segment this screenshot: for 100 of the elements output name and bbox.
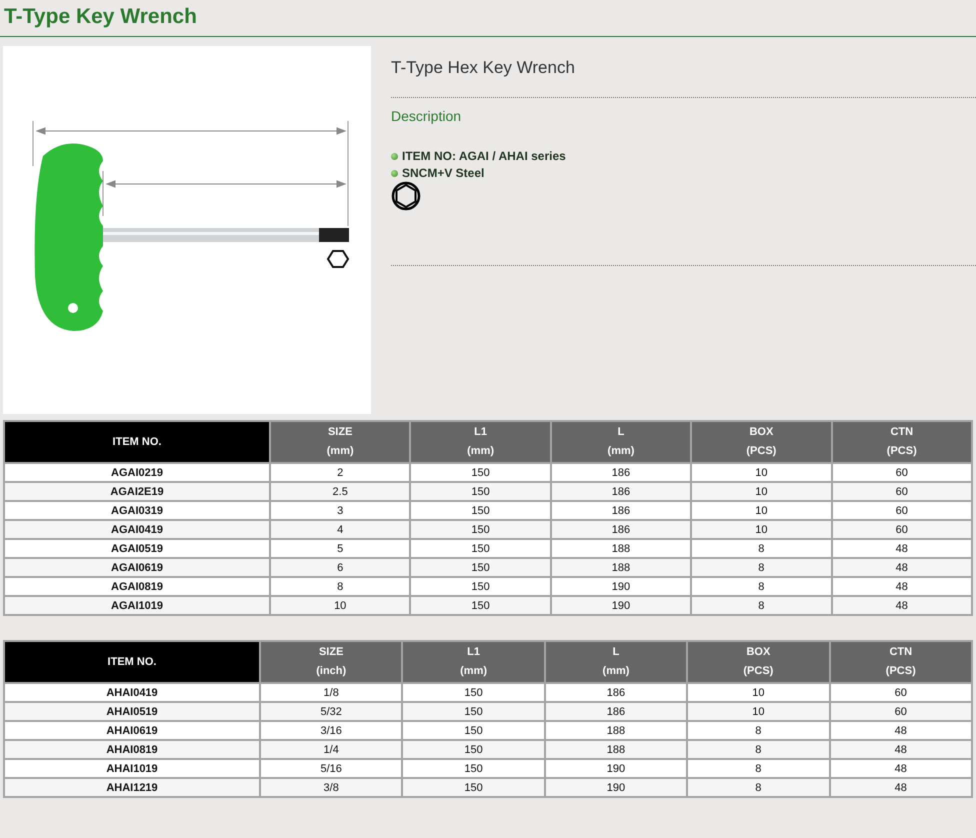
- table-cell: 10: [691, 520, 832, 539]
- table-cell: 186: [550, 463, 692, 482]
- feature-text: ITEM NO: AGAI / AHAI series: [402, 149, 566, 163]
- column-header: L (mm): [550, 421, 692, 463]
- table-cell: 186: [544, 683, 688, 702]
- table-cell: AHAI0819: [4, 740, 260, 759]
- table-cell: 10: [691, 501, 832, 520]
- table-cell: 48: [830, 778, 972, 797]
- table-cell: 60: [832, 482, 972, 501]
- table-cell: 186: [550, 482, 692, 501]
- table-cell: 8: [691, 539, 832, 558]
- table-cell: 8: [687, 778, 830, 797]
- table-cell: 10: [691, 482, 832, 501]
- table-cell: 150: [410, 482, 551, 501]
- table-cell: 8: [270, 577, 410, 596]
- table-cell: 150: [410, 463, 551, 482]
- table-cell: AGAI0619: [4, 558, 270, 577]
- table-cell: 8: [691, 596, 832, 615]
- table-cell: 190: [544, 759, 688, 778]
- table-cell: 150: [402, 778, 545, 797]
- column-header: SIZE (inch): [260, 641, 402, 683]
- table-cell: 8: [687, 721, 830, 740]
- table-cell: 186: [550, 520, 692, 539]
- table-cell: 1/8: [260, 683, 402, 702]
- table-cell: 8: [691, 577, 832, 596]
- section-heading: Description: [391, 108, 462, 124]
- column-header: L1 (mm): [402, 641, 545, 683]
- table-cell: 188: [550, 558, 692, 577]
- table-cell: 60: [830, 702, 972, 721]
- table-cell: 190: [550, 596, 692, 615]
- table-cell: 150: [410, 596, 551, 615]
- table-cell: 48: [830, 759, 972, 778]
- table-cell: 48: [830, 740, 972, 759]
- table-cell: 48: [832, 539, 972, 558]
- table-cell: 48: [832, 577, 972, 596]
- column-header: L1 (mm): [410, 421, 551, 463]
- table-cell: AHAI0419: [4, 683, 260, 702]
- table-cell: AGAI0419: [4, 520, 270, 539]
- table-cell: 4: [270, 520, 410, 539]
- bullet-icon: [391, 152, 398, 160]
- table-cell: 150: [402, 721, 545, 740]
- table-cell: AHAI1219: [4, 778, 260, 797]
- table-cell: AGAI0319: [4, 501, 270, 520]
- column-header: BOX (PCS): [691, 421, 832, 463]
- table-cell: 60: [832, 520, 972, 539]
- table-cell: 3: [270, 501, 410, 520]
- table-cell: AHAI0619: [4, 721, 260, 740]
- table-cell: 150: [410, 539, 551, 558]
- column-header: BOX (PCS): [687, 641, 830, 683]
- table-cell: 60: [832, 463, 972, 482]
- table-cell: AHAI1019: [4, 759, 260, 778]
- column-header: SIZE (mm): [270, 421, 410, 463]
- table-cell: 10: [270, 596, 410, 615]
- table-cell: 2.5: [270, 482, 410, 501]
- table-cell: 48: [832, 596, 972, 615]
- table-cell: 188: [544, 740, 688, 759]
- table-cell: 186: [550, 501, 692, 520]
- table-cell: 150: [410, 520, 551, 539]
- table-cell: 3/8: [260, 778, 402, 797]
- table-cell: AGAI1019: [4, 596, 270, 615]
- table-cell: 8: [687, 759, 830, 778]
- table-cell: 186: [544, 702, 688, 721]
- table-cell: 1/4: [260, 740, 402, 759]
- table-cell: 188: [544, 721, 688, 740]
- table-cell: 150: [402, 683, 545, 702]
- table-cell: 150: [402, 759, 545, 778]
- table-cell: 150: [410, 558, 551, 577]
- table-cell: 5/32: [260, 702, 402, 721]
- table-cell: 190: [544, 778, 688, 797]
- column-header: CTN (PCS): [832, 421, 972, 463]
- table-cell: 8: [691, 558, 832, 577]
- column-header: CTN (PCS): [830, 641, 972, 683]
- column-header: ITEM NO.: [4, 421, 270, 463]
- table-cell: 150: [410, 501, 551, 520]
- table-cell: 60: [830, 683, 972, 702]
- table-cell: 10: [691, 463, 832, 482]
- table-cell: 48: [832, 558, 972, 577]
- table-cell: 5: [270, 539, 410, 558]
- table-cell: 188: [550, 539, 692, 558]
- table-cell: 3/16: [260, 721, 402, 740]
- table-cell: AGAI0219: [4, 463, 270, 482]
- table-cell: 190: [550, 577, 692, 596]
- table-cell: AGAI0819: [4, 577, 270, 596]
- table-cell: 5/16: [260, 759, 402, 778]
- table-cell: AGAI0519: [4, 539, 270, 558]
- table-cell: 6: [270, 558, 410, 577]
- table-cell: 2: [270, 463, 410, 482]
- table-cell: 10: [687, 702, 830, 721]
- column-header: L (mm): [544, 641, 688, 683]
- product-name: T-Type Hex Key Wrench: [391, 58, 576, 79]
- table-cell: 150: [402, 740, 545, 759]
- feature-text: SNCM+V Steel: [402, 166, 484, 180]
- table-cell: 60: [832, 501, 972, 520]
- table-cell: 48: [830, 721, 972, 740]
- page-title: T-Type Key Wrench: [0, 0, 976, 37]
- table-cell: 10: [687, 683, 830, 702]
- table-cell: 150: [410, 577, 551, 596]
- table-cell: 150: [402, 702, 545, 721]
- table-cell: 8: [687, 740, 830, 759]
- table-cell: AHAI0519: [4, 702, 260, 721]
